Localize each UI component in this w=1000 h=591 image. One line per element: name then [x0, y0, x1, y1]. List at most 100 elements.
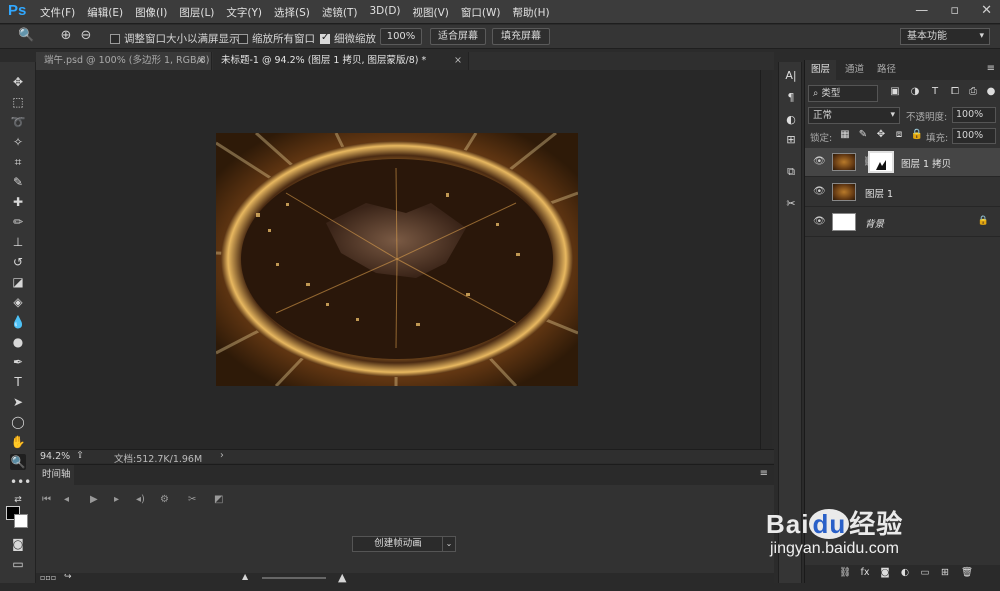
- more-tools-icon[interactable]: •••: [10, 474, 31, 490]
- workspace-select[interactable]: 基本功能 ▾: [900, 28, 990, 45]
- create-animation-button[interactable]: 创建帧动画: [352, 536, 444, 552]
- vertical-scrollbar[interactable]: [760, 70, 772, 449]
- menu-select[interactable]: 选择(S): [274, 5, 310, 20]
- properties-panel-icon[interactable]: ⊞: [783, 132, 799, 148]
- frame-mode-icon[interactable]: ▫▫▫: [40, 573, 56, 582]
- menu-help[interactable]: 帮助(H): [513, 5, 550, 20]
- zoom-all-checkbox[interactable]: [238, 33, 248, 44]
- zoom-tool-icon[interactable]: 🔍: [10, 454, 26, 470]
- layer-row[interactable]: 👁 ⛓ 图层 1 拷贝: [805, 148, 1000, 177]
- zoom-tool-preset-icon[interactable]: 🔍: [18, 28, 34, 44]
- fill-input[interactable]: 100%: [952, 128, 996, 144]
- play-icon[interactable]: ▶: [90, 494, 98, 505]
- close-button[interactable]: ✕: [981, 3, 992, 18]
- convert-icon[interactable]: ↪: [64, 572, 72, 582]
- ellipse-tool-icon[interactable]: ◯: [10, 414, 26, 430]
- trash-icon[interactable]: 🗑: [961, 567, 973, 581]
- restore-button[interactable]: ▫: [950, 3, 959, 18]
- type-tool-icon[interactable]: T: [10, 374, 26, 390]
- opacity-input[interactable]: 100%: [952, 107, 996, 123]
- scissors-icon[interactable]: ✂: [188, 494, 196, 505]
- document-canvas[interactable]: [216, 133, 578, 386]
- dodge-tool-icon[interactable]: ●: [10, 334, 26, 350]
- layer-name[interactable]: 图层 1 拷贝: [901, 156, 951, 170]
- layer-mask-thumbnail[interactable]: [868, 151, 894, 173]
- lock-image-icon[interactable]: ✎: [856, 129, 870, 143]
- prev-frame-icon[interactable]: ◂: [64, 494, 69, 505]
- background-color-swatch[interactable]: [14, 514, 28, 528]
- visibility-eye-icon[interactable]: 👁: [813, 216, 826, 227]
- transition-icon[interactable]: ◩: [214, 494, 223, 505]
- marquee-tool-icon[interactable]: ⬚: [10, 94, 26, 110]
- tab-duanwu[interactable]: 端午.psd @ 100% (多边形 1, RGB/8) ×: [36, 52, 212, 70]
- eraser-tool-icon[interactable]: ◪: [10, 274, 26, 290]
- fill-screen-button[interactable]: 填充屏幕: [492, 28, 550, 45]
- tab-untitled-1[interactable]: 未标题-1 @ 94.2% (图层 1 拷贝, 图层蒙版/8) * ×: [213, 52, 469, 70]
- quick-mask-icon[interactable]: ◙: [10, 536, 26, 552]
- layer-name[interactable]: 背景: [865, 216, 884, 230]
- zoom-out-icon[interactable]: ⊖: [78, 28, 94, 44]
- type-filter-icon[interactable]: T: [928, 86, 942, 100]
- blend-mode-select[interactable]: 正常 ▾: [808, 107, 900, 124]
- resize-windows-checkbox[interactable]: [110, 33, 120, 44]
- menu-filter[interactable]: 滤镜(T): [322, 5, 358, 20]
- paint-bucket-tool-icon[interactable]: ◈: [10, 294, 26, 310]
- healing-brush-tool-icon[interactable]: ✚: [10, 194, 26, 210]
- shape-filter-icon[interactable]: ⧠: [948, 86, 962, 100]
- screen-mode-icon[interactable]: ▭: [10, 556, 26, 572]
- tab-close-icon[interactable]: ×: [454, 52, 462, 70]
- layer-row[interactable]: 👁 背景 🔒: [805, 208, 1000, 237]
- blur-tool-icon[interactable]: 💧: [10, 314, 26, 330]
- zoom-level[interactable]: 94.2%: [40, 451, 70, 462]
- resize-windows-option[interactable]: 调整窗口大小以满屏显示: [110, 31, 240, 46]
- link-layers-icon[interactable]: ⛓: [839, 567, 851, 581]
- hand-tool-icon[interactable]: ✋: [10, 434, 26, 450]
- menu-file[interactable]: 文件(F): [40, 5, 75, 20]
- scrubby-zoom-option[interactable]: 细微缩放: [320, 31, 376, 46]
- magic-wand-tool-icon[interactable]: ✧: [10, 134, 26, 150]
- fit-screen-button[interactable]: 适合屏幕: [430, 28, 486, 45]
- group-folder-icon[interactable]: ▭: [919, 567, 931, 581]
- menu-view[interactable]: 视图(V): [413, 5, 449, 20]
- adjustment-filter-icon[interactable]: ◑: [908, 86, 922, 100]
- layer-name[interactable]: 图层 1: [865, 186, 893, 200]
- status-menu-arrow[interactable]: ›: [220, 450, 224, 461]
- tab-close-icon[interactable]: ×: [197, 52, 205, 70]
- tab-channels[interactable]: 通道: [839, 60, 870, 80]
- layer-filter-select[interactable]: ⌕ 类型: [808, 85, 878, 102]
- lock-all-icon[interactable]: 🔒: [910, 129, 924, 143]
- clone-stamp-tool-icon[interactable]: ⊥: [10, 234, 26, 250]
- zoom-all-option[interactable]: 缩放所有窗口: [238, 31, 315, 46]
- adjustments-panel-icon[interactable]: ◐: [783, 112, 799, 128]
- menu-layer[interactable]: 图层(L): [179, 5, 214, 20]
- zoom-out-mountain-icon[interactable]: ▲: [242, 572, 248, 581]
- menu-image[interactable]: 图像(I): [135, 5, 167, 20]
- minimize-button[interactable]: —: [915, 3, 928, 18]
- paragraph-panel-icon[interactable]: ¶: [783, 90, 799, 106]
- settings-gear-icon[interactable]: ⚙: [160, 494, 169, 505]
- next-frame-icon[interactable]: ▸: [114, 494, 119, 505]
- zoom-100-button[interactable]: 100%: [380, 28, 422, 45]
- eyedropper-tool-icon[interactable]: ✎: [10, 174, 26, 190]
- path-selection-tool-icon[interactable]: ➤: [10, 394, 26, 410]
- new-layer-icon[interactable]: ⊞: [939, 567, 951, 581]
- share-icon[interactable]: ⇪: [76, 450, 84, 461]
- audio-icon[interactable]: ◂): [136, 494, 145, 505]
- tab-paths[interactable]: 路径: [871, 60, 902, 80]
- history-brush-tool-icon[interactable]: ↺: [10, 254, 26, 270]
- menu-window[interactable]: 窗口(W): [461, 5, 501, 20]
- visibility-eye-icon[interactable]: 👁: [813, 186, 826, 197]
- add-mask-icon[interactable]: ◙: [879, 567, 891, 581]
- timeline-menu-icon[interactable]: ≡: [760, 468, 768, 479]
- pen-tool-icon[interactable]: ✒: [10, 354, 26, 370]
- timeline-zoom-slider[interactable]: [262, 577, 326, 579]
- lock-position-icon[interactable]: ✥: [874, 129, 888, 143]
- layer-row[interactable]: 👁 图层 1: [805, 178, 1000, 207]
- brush-tool-icon[interactable]: ✏: [10, 214, 26, 230]
- smart-object-filter-icon[interactable]: ⎙: [966, 86, 980, 100]
- lasso-tool-icon[interactable]: ➰: [10, 114, 26, 130]
- create-animation-dropdown[interactable]: ⌄: [442, 536, 456, 552]
- first-frame-icon[interactable]: ⏮: [42, 494, 51, 505]
- layers-panel-menu-icon[interactable]: ≡: [987, 63, 995, 74]
- lock-artboard-icon[interactable]: ⧈: [892, 129, 906, 143]
